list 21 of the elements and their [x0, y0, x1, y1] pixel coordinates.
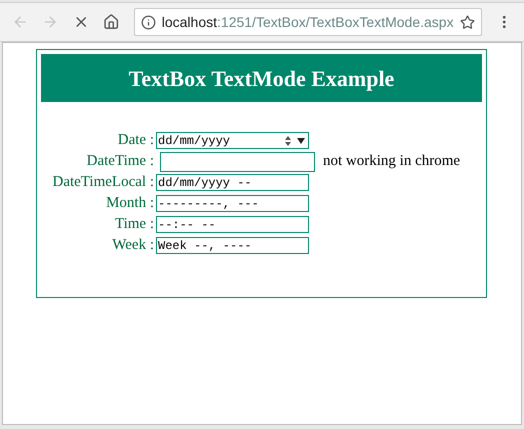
input-field[interactable]: Week --, ----	[156, 237, 309, 254]
field-label: Month :	[105, 194, 155, 214]
note-text: not working in chrome	[323, 152, 460, 172]
input-field[interactable]: dd/mm/yyyy --	[156, 174, 309, 191]
home-icon[interactable]	[103, 13, 120, 31]
spinner-icon[interactable]	[283, 134, 293, 146]
date-format: dd/mm/yyyy	[158, 132, 232, 150]
url-text: localhost:1251/TextBox/TextBoxTextMode.aspx	[162, 12, 454, 32]
field-label: DateTimeLocal :	[51, 173, 155, 192]
field-label: Week :	[111, 236, 155, 256]
datetime-input[interactable]	[160, 152, 315, 172]
bookmark-star-icon[interactable]	[460, 14, 475, 30]
address-bar[interactable]: localhost:1251/TextBox/TextBoxTextMode.aspx	[134, 8, 482, 36]
date-input[interactable]: dd/mm/yyyy	[156, 132, 309, 149]
page-title: TextBox TextMode Example	[128, 64, 394, 93]
info-icon[interactable]	[140, 14, 156, 30]
input-field[interactable]: ---------, ---	[156, 195, 309, 212]
input-field[interactable]: --:-- --	[156, 216, 309, 233]
field-label: DateTime :	[86, 152, 155, 172]
field-label: Time :	[114, 215, 155, 234]
field-label: Date :	[116, 131, 155, 150]
